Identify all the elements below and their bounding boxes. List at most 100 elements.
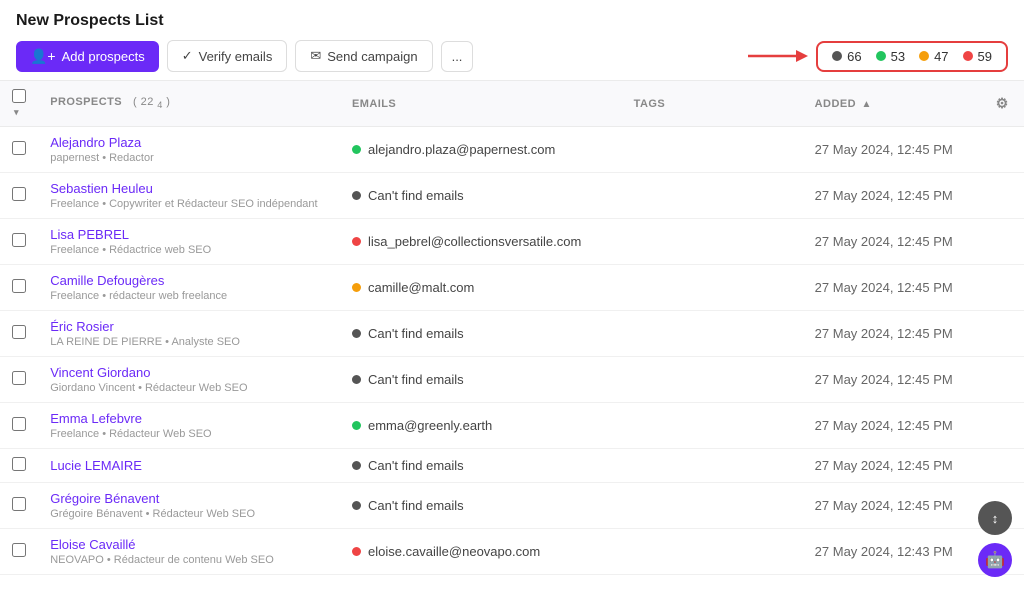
email-cell: Can't find emails (340, 357, 622, 403)
email-cell: Can't find emails (340, 311, 622, 357)
added-cell: 27 May 2024, 12:45 PM (803, 265, 984, 311)
added-cell: 27 May 2024, 12:45 PM (803, 449, 984, 483)
row-checkbox[interactable] (12, 187, 26, 201)
prospect-name[interactable]: Vincent Giordano (50, 365, 328, 380)
filter-icon[interactable]: ⚙ (996, 95, 1009, 111)
page-title: New Prospects List (16, 12, 1008, 30)
row-checkbox[interactable] (12, 233, 26, 247)
row-checkbox[interactable] (12, 457, 26, 471)
prospect-sub: Freelance • Copywriter et Rédacteur SEO … (50, 198, 328, 210)
table-row: Eloise Cavaillé NEOVAPO • Rédacteur de co… (0, 529, 1024, 575)
prospect-cell: Grégoire Bénavent Grégoire Bénavent • Réd… (38, 483, 340, 529)
select-all-checkbox[interactable] (12, 89, 26, 103)
prospect-name[interactable]: Eloise Cavaillé (50, 537, 328, 552)
tags-header: TAGS (622, 81, 803, 127)
prospects-header[interactable]: PROSPECTS ( 22 4 ) (38, 81, 340, 127)
prospect-name[interactable]: Éric Rosier (50, 319, 328, 334)
row-checkbox[interactable] (12, 141, 26, 155)
email-status-dot (352, 191, 361, 200)
more-button[interactable]: ... (441, 41, 474, 72)
prospect-cell: Sebastien Heuleu Freelance • Copywriter e… (38, 173, 340, 219)
email-cell: Can't find emails (340, 483, 622, 529)
email-status-dot (352, 547, 361, 556)
tags-cell (622, 483, 803, 529)
tags-cell (622, 311, 803, 357)
prospect-sub: Freelance • Rédacteur Web SEO (50, 428, 328, 440)
prospect-name[interactable]: Alejandro Plaza (50, 135, 328, 150)
email-status-dot (352, 421, 361, 430)
scroll-button[interactable]: ↕ (978, 501, 1012, 535)
prospect-sub: LA REINE DE PIERRE • Analyste SEO (50, 336, 328, 348)
tags-cell (622, 449, 803, 483)
table-row: Grégoire Bénavent Grégoire Bénavent • Réd… (0, 483, 1024, 529)
prospect-sub: papernest • Redactor (50, 152, 328, 164)
prospect-name[interactable]: Sebastien Heuleu (50, 181, 328, 196)
tags-cell (622, 219, 803, 265)
prospect-name[interactable]: Camille Defougères (50, 273, 328, 288)
table-row: Lisa PEBREL Freelance • Rédactrice web SE… (0, 219, 1024, 265)
table-row: Alejandro Plaza papernest • Redactor aleja… (0, 127, 1024, 173)
prospect-cell: Eloise Cavaillé NEOVAPO • Rédacteur de co… (38, 529, 340, 575)
prospect-cell: Camille Defougères Freelance • rédacteur … (38, 265, 340, 311)
added-header[interactable]: ADDED ▲ (803, 81, 984, 127)
tags-cell (622, 265, 803, 311)
email-status-dot (352, 501, 361, 510)
email-cell: camille@malt.com (340, 265, 622, 311)
add-prospects-icon: 👤+ (30, 48, 56, 65)
prospect-name[interactable]: Emma Lefebvre (50, 411, 328, 426)
stats-box: 66 53 47 59 (816, 41, 1008, 72)
table-row: Camille Defougères Freelance • rédacteur … (0, 265, 1024, 311)
prospect-cell: Lucie LEMAIRE (38, 449, 340, 483)
add-prospects-button[interactable]: 👤+ Add prospects (16, 41, 159, 72)
send-campaign-button[interactable]: ✉ Send campaign (295, 40, 432, 72)
prospect-sub: Grégoire Bénavent • Rédacteur Web SEO (50, 508, 328, 520)
select-all-header: ▾ (0, 81, 38, 127)
arrow-icon (748, 45, 808, 67)
email-cell: Can't find emails (340, 173, 622, 219)
tags-cell (622, 173, 803, 219)
table-row: Éric Rosier LA REINE DE PIERRE • Analyste… (0, 311, 1024, 357)
email-value: eloise.cavaille@neovapo.com (368, 544, 540, 559)
added-cell: 27 May 2024, 12:45 PM (803, 357, 984, 403)
prospect-cell: Alejandro Plaza papernest • Redactor (38, 127, 340, 173)
stat-dark: 66 (832, 49, 861, 64)
prospect-name[interactable]: Lisa PEBREL (50, 227, 328, 242)
email-cell: Can't find emails (340, 449, 622, 483)
prospect-sub: NEOVAPO • Rédacteur de contenu Web SEO (50, 554, 328, 566)
added-cell: 27 May 2024, 12:45 PM (803, 311, 984, 357)
stat-green: 53 (876, 49, 905, 64)
added-cell: 27 May 2024, 12:45 PM (803, 483, 984, 529)
stat-dark-dot (832, 51, 842, 61)
email-status-dot (352, 145, 361, 154)
table-row: Sebastien Heuleu Freelance • Copywriter e… (0, 173, 1024, 219)
prospects-table: ▾ PROSPECTS ( 22 4 ) EMAILS TAGS ADDED ▲… (0, 80, 1024, 575)
tags-cell (622, 529, 803, 575)
row-checkbox[interactable] (12, 279, 26, 293)
stat-yellow: 47 (919, 49, 948, 64)
row-checkbox[interactable] (12, 543, 26, 557)
email-value: alejandro.plaza@papernest.com (368, 142, 555, 157)
prospect-sub: Freelance • Rédactrice web SEO (50, 244, 328, 256)
emails-header: EMAILS (340, 81, 622, 127)
email-status-dot (352, 283, 361, 292)
row-actions-cell (984, 357, 1024, 403)
prospect-cell: Éric Rosier LA REINE DE PIERRE • Analyste… (38, 311, 340, 357)
row-checkbox[interactable] (12, 325, 26, 339)
sort-arrow-icon: ▲ (861, 99, 871, 110)
added-cell: 27 May 2024, 12:45 PM (803, 127, 984, 173)
chat-bot-button[interactable]: 🤖 (978, 543, 1012, 577)
prospect-sub: Giordano Vincent • Rédacteur Web SEO (50, 382, 328, 394)
email-value: Can't find emails (368, 188, 464, 203)
prospect-sub: Freelance • rédacteur web freelance (50, 290, 328, 302)
row-checkbox[interactable] (12, 417, 26, 431)
email-value: Can't find emails (368, 372, 464, 387)
row-actions-cell (984, 219, 1024, 265)
verify-emails-button[interactable]: ✓ Verify emails (167, 40, 288, 72)
row-checkbox[interactable] (12, 497, 26, 511)
row-actions-cell (984, 265, 1024, 311)
table-row: Vincent Giordano Giordano Vincent • Rédac… (0, 357, 1024, 403)
prospect-name[interactable]: Grégoire Bénavent (50, 491, 328, 506)
prospect-name[interactable]: Lucie LEMAIRE (50, 458, 328, 473)
row-actions-cell (984, 173, 1024, 219)
row-checkbox[interactable] (12, 371, 26, 385)
